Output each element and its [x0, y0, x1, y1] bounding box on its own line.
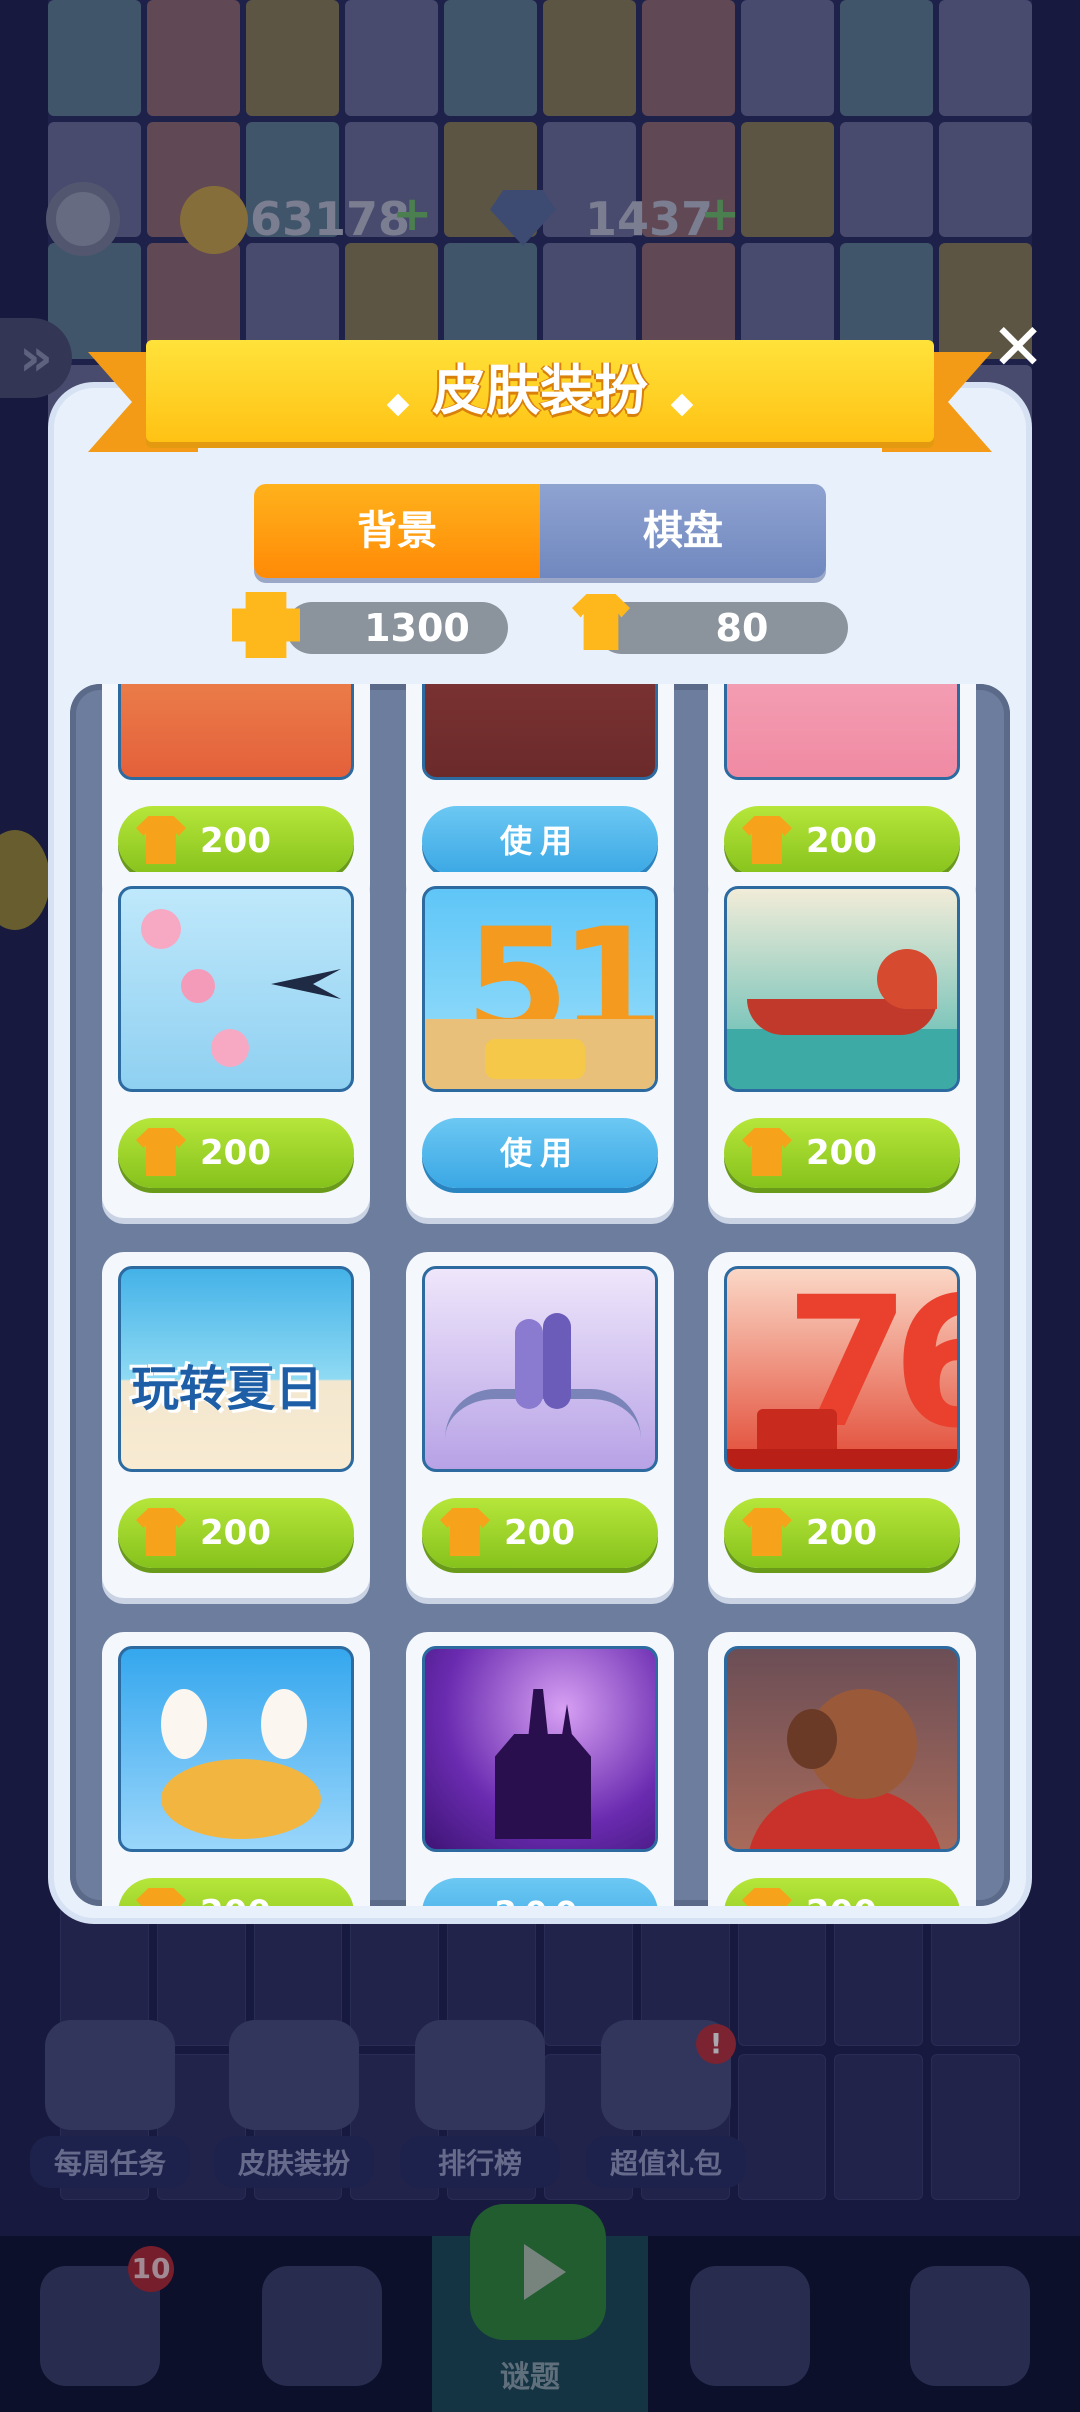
use-label: 使用: [499, 1134, 580, 1172]
qixi-thumbnail: [422, 1266, 658, 1472]
tab-background[interactable]: 背景: [254, 484, 540, 578]
puzzle-piece-count: 1300: [364, 606, 470, 650]
price-label: 200: [495, 1894, 586, 1906]
close-icon[interactable]: ✕: [988, 316, 1048, 380]
shirt-icon: [136, 816, 186, 864]
shirt-icon: [440, 1508, 490, 1556]
use-button[interactable]: 使用: [422, 806, 658, 876]
skin-card-spring[interactable]: 200: [102, 872, 370, 1218]
summer-thumbnail: 玩转夏日: [118, 1266, 354, 1472]
shirt-count: 80: [715, 606, 769, 650]
tab-board[interactable]: 棋盘: [540, 484, 826, 578]
national-day-76-thumbnail: 76: [724, 1266, 960, 1472]
spring-swallow-thumbnail: [118, 886, 354, 1092]
shirt-icon: [742, 1508, 792, 1556]
buy-button[interactable]: 200: [422, 1878, 658, 1906]
skin-card-turkey[interactable]: 200: [708, 1632, 976, 1906]
skin-card-dragon-boat[interactable]: 200: [708, 872, 976, 1218]
dialog-title-ribbon: 皮肤装扮: [146, 340, 934, 442]
diamond-icon: [386, 393, 410, 416]
mid-autumn-rabbits-thumbnail: [118, 1646, 354, 1852]
buy-button[interactable]: 200: [724, 1878, 960, 1906]
price-label: 200: [200, 821, 271, 861]
summer-art-text: 玩转夏日: [131, 1361, 324, 1417]
use-label: 使用: [499, 822, 580, 860]
thanksgiving-turkey-thumbnail: [724, 1646, 960, 1852]
skin-grid-panel[interactable]: 200 使用 200 200 51 使用 200 玩转夏日 200 200 7 …: [70, 684, 1010, 1906]
skin-card-51[interactable]: 51 使用: [406, 872, 674, 1218]
skin-thumbnail: [422, 684, 658, 780]
price-label: 200: [200, 1133, 271, 1173]
shirt-icon: [742, 1128, 792, 1176]
buy-button[interactable]: 200: [724, 806, 960, 876]
shirt-icon: [136, 1508, 186, 1556]
shirt-icon: [742, 1888, 792, 1906]
dialog-title: 皮肤装扮: [432, 359, 648, 422]
price-label: 200: [504, 1513, 575, 1553]
buy-button[interactable]: 200: [422, 1498, 658, 1568]
may-day-51-thumbnail: 51: [422, 886, 658, 1092]
skin-card-summer[interactable]: 玩转夏日 200: [102, 1252, 370, 1598]
price-label: 200: [200, 1878, 271, 1906]
price-label: 200: [200, 1513, 271, 1553]
category-tabs: 背景 棋盘: [254, 484, 826, 578]
price-label: 200: [806, 1133, 877, 1173]
buy-button[interactable]: 200: [724, 1498, 960, 1568]
skin-card-qixi[interactable]: 200: [406, 1252, 674, 1598]
skin-thumbnail: [724, 684, 960, 780]
skin-card-76[interactable]: 76 200: [708, 1252, 976, 1598]
skin-card-mid-autumn[interactable]: 200: [102, 1632, 370, 1906]
buy-button[interactable]: 200: [118, 806, 354, 876]
skin-card-halloween[interactable]: 200: [406, 1632, 674, 1906]
shirt-icon: [136, 1888, 186, 1906]
shirt-counter: 80: [596, 602, 848, 654]
price-label: 200: [806, 1878, 877, 1906]
dragon-boat-thumbnail: [724, 886, 960, 1092]
use-button[interactable]: 使用: [422, 1118, 658, 1188]
skin-thumbnail: [118, 684, 354, 780]
shirt-icon: [742, 816, 792, 864]
buy-button[interactable]: 200: [118, 1118, 354, 1188]
shirt-icon: [136, 1128, 186, 1176]
buy-button[interactable]: 200: [118, 1498, 354, 1568]
diamond-icon: [670, 393, 694, 416]
buy-button[interactable]: 200: [118, 1878, 354, 1906]
price-label: 200: [806, 1513, 877, 1553]
puzzle-piece-counter: 1300: [286, 602, 508, 654]
halloween-castle-thumbnail: [422, 1646, 658, 1852]
buy-button[interactable]: 200: [724, 1118, 960, 1188]
price-label: 200: [806, 821, 877, 861]
